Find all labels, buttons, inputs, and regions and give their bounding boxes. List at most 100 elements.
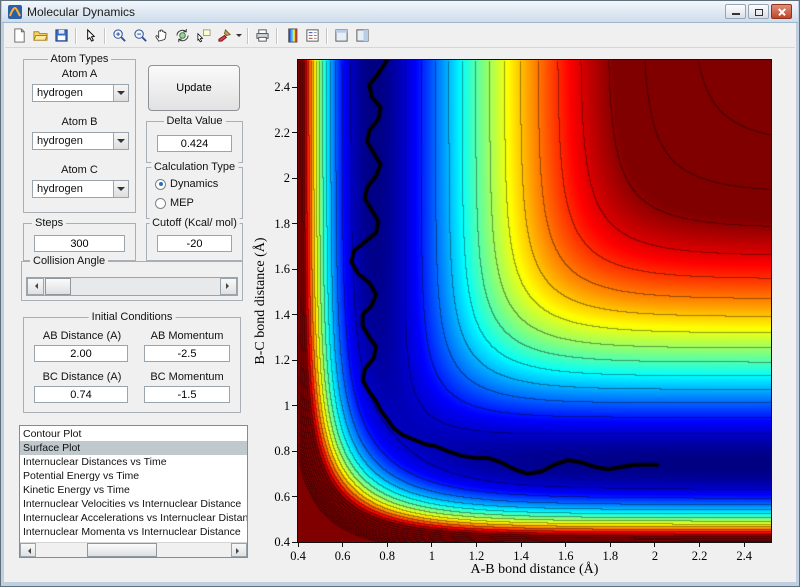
toolbar-separator — [326, 27, 328, 44]
atom-c-label: Atom C — [61, 164, 98, 176]
initial-conditions-panel: Initial Conditions AB Distance (A) AB Mo… — [23, 311, 241, 413]
y-tick-label: 2.2 — [274, 125, 290, 140]
minimize-icon — [732, 13, 740, 15]
list-item[interactable]: Kinetic Energy vs Time — [20, 483, 247, 497]
toolbar-separator — [75, 27, 77, 44]
y-tick-mark — [292, 450, 297, 452]
initial-conditions-title: Initial Conditions — [88, 311, 176, 323]
chevron-down-icon[interactable] — [113, 181, 128, 197]
collision-angle-slider[interactable] — [26, 277, 238, 296]
y-tick-mark — [292, 541, 297, 543]
y-tick-mark — [292, 314, 297, 316]
steps-field[interactable] — [34, 235, 125, 252]
ab-momentum-field[interactable] — [144, 345, 230, 362]
x-tick-mark — [654, 543, 656, 547]
edit-plot-icon[interactable] — [80, 26, 101, 46]
list-item[interactable]: Internuclear Velocities vs Internuclear … — [20, 497, 247, 511]
list-item[interactable]: Surface Plot — [20, 441, 247, 455]
data-cursor-icon[interactable] — [193, 26, 214, 46]
chevron-down-icon[interactable] — [113, 133, 128, 149]
calculation-type-title: Calculation Type — [150, 161, 239, 173]
slider-thumb[interactable] — [45, 278, 71, 295]
ab-distance-field[interactable] — [34, 345, 128, 362]
scrollbar-thumb[interactable] — [87, 543, 157, 557]
atom-c-dropdown[interactable]: hydrogen — [32, 180, 129, 198]
arrow-right-icon — [236, 548, 242, 554]
hide-plot-tools-icon[interactable] — [331, 26, 352, 46]
window-titlebar: Molecular Dynamics — [2, 1, 798, 23]
insert-colorbar-icon[interactable] — [281, 26, 302, 46]
atom-a-dropdown[interactable]: hydrogen — [32, 84, 129, 102]
print-figure-icon[interactable] — [252, 26, 273, 46]
new-figure-icon[interactable] — [9, 26, 30, 46]
scroll-right-arrow[interactable] — [231, 543, 247, 557]
rotate-3d-icon[interactable] — [172, 26, 193, 46]
minimize-button[interactable] — [725, 4, 746, 19]
listbox-horizontal-scrollbar[interactable] — [20, 542, 247, 557]
bc-distance-field[interactable] — [34, 386, 128, 403]
brush-dropdown-arrow-icon[interactable] — [235, 26, 244, 46]
maximize-button[interactable] — [748, 4, 769, 19]
x-tick-mark — [475, 543, 477, 547]
x-tick-mark — [565, 543, 567, 547]
toolbar-separator — [247, 27, 249, 44]
close-button[interactable] — [771, 4, 792, 19]
open-file-icon[interactable] — [30, 26, 51, 46]
y-tick-mark — [292, 359, 297, 361]
slider-left-arrow[interactable] — [27, 278, 44, 295]
dynamics-radio[interactable]: Dynamics — [155, 178, 218, 190]
contour-plot-canvas[interactable] — [298, 60, 771, 542]
atom-a-label: Atom A — [61, 68, 98, 80]
delta-value-title: Delta Value — [163, 115, 226, 127]
list-item[interactable]: Potential Energy vs Time — [20, 469, 247, 483]
brush-icon[interactable] — [214, 26, 235, 46]
x-tick-mark — [609, 543, 611, 547]
radio-unselected-icon — [155, 197, 166, 209]
chevron-down-icon[interactable] — [113, 85, 128, 101]
y-tick-mark — [292, 496, 297, 498]
steps-title: Steps — [32, 217, 67, 229]
y-tick-mark — [292, 132, 297, 134]
atom-b-dropdown[interactable]: hydrogen — [32, 132, 129, 150]
atom-types-panel: Atom Types Atom A hydrogen Atom B hydrog… — [23, 53, 136, 213]
x-tick-mark — [386, 543, 388, 547]
scroll-left-arrow[interactable] — [20, 543, 36, 557]
toolbar-separator — [276, 27, 278, 44]
y-tick-mark — [292, 177, 297, 179]
delta-value-field[interactable] — [157, 135, 232, 152]
insert-legend-icon[interactable] — [302, 26, 323, 46]
pan-icon[interactable] — [151, 26, 172, 46]
bc-momentum-field[interactable] — [144, 386, 230, 403]
show-plot-tools-icon[interactable] — [352, 26, 373, 46]
atom-b-value: hydrogen — [37, 135, 83, 147]
maximize-icon — [755, 8, 763, 16]
plot-type-listbox: Contour Plot Surface Plot Internuclear Dis… — [19, 425, 248, 558]
update-button[interactable]: Update — [148, 65, 240, 111]
list-item[interactable]: Internuclear Distances vs Time — [20, 455, 247, 469]
zoom-out-icon[interactable] — [130, 26, 151, 46]
y-axis-label: B-C bond distance (Å) — [253, 237, 268, 365]
x-tick-mark — [342, 543, 344, 547]
list-item[interactable]: Internuclear Momenta vs Internuclear Dis… — [20, 525, 247, 539]
radio-selected-icon — [155, 178, 166, 190]
figure-toolbar — [5, 24, 795, 48]
x-tick-mark — [431, 543, 433, 547]
list-item[interactable]: Contour Plot — [20, 427, 247, 441]
y-tick-label: 2 — [283, 171, 290, 186]
y-tick-mark — [292, 86, 297, 88]
x-axis-label: A-B bond distance (Å) — [470, 562, 599, 577]
window-title: Molecular Dynamics — [27, 4, 136, 19]
zoom-in-icon[interactable] — [109, 26, 130, 46]
y-tick-mark — [292, 223, 297, 225]
arrow-right-icon — [226, 283, 232, 289]
y-tick-label: 0.8 — [274, 444, 290, 459]
contour-plot-axes: 0.4 0.6 0.8 1 1.2 1.4 1.6 1.8 2 2.2 2.4 0.4 0.6 0.8 1… — [274, 59, 772, 563]
save-figure-icon[interactable] — [51, 26, 72, 46]
list-item[interactable]: Internuclear Accelerations vs Internucle… — [20, 511, 247, 525]
mep-radio[interactable]: MEP — [155, 197, 194, 209]
atom-types-title: Atom Types — [47, 53, 112, 65]
y-tick-label: 0.6 — [274, 489, 290, 504]
dynamics-radio-label: Dynamics — [170, 178, 219, 190]
slider-right-arrow[interactable] — [220, 278, 237, 295]
cutoff-field[interactable] — [157, 235, 232, 252]
